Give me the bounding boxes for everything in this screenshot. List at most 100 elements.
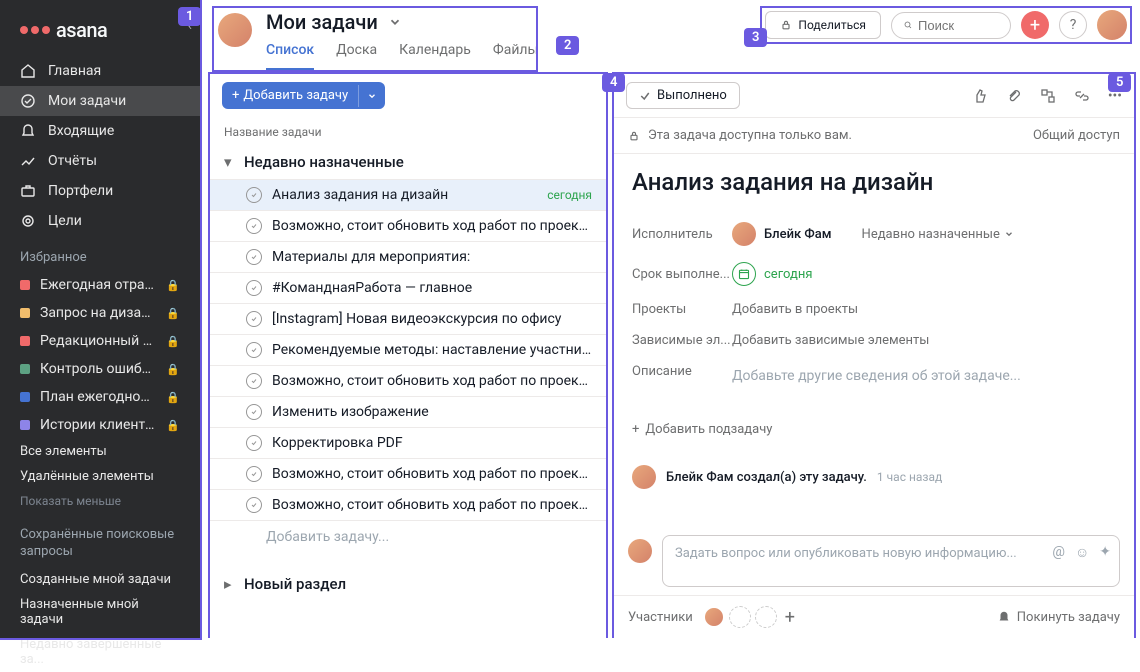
nav-my-tasks[interactable]: Мои задачи	[0, 86, 200, 116]
favorite-item[interactable]: Ежегодная отрас...🔒	[0, 271, 200, 299]
tab[interactable]: Список	[266, 38, 314, 70]
add-subtask-button[interactable]: +Добавить подзадачу	[632, 422, 1116, 437]
collaborator-placeholder	[755, 606, 777, 628]
link-icon[interactable]	[1074, 88, 1090, 104]
task-row[interactable]: #КоманднаяРабота — главное	[210, 272, 606, 303]
global-add-button[interactable]: +	[1021, 11, 1049, 39]
task-checkbox[interactable]	[246, 435, 262, 451]
task-row[interactable]: [Instagram] Новая видеоэкскурсия по офис…	[210, 303, 606, 334]
favorite-label: План ежегодной ...	[40, 389, 156, 405]
description-field[interactable]: Добавьте другие сведения об этой задаче.…	[732, 364, 1021, 388]
check-circle-icon	[20, 93, 36, 109]
favorite-item[interactable]: Контроль ошибок 🔒	[0, 355, 200, 383]
comment-box[interactable]: Задать вопрос или опубликовать новую инф…	[662, 535, 1120, 587]
project-color-dot	[20, 420, 30, 430]
section-header[interactable]: ▸ Новый раздел	[210, 567, 606, 601]
task-checkbox[interactable]	[246, 373, 262, 389]
user-menu-avatar[interactable]	[1097, 10, 1127, 40]
task-title[interactable]: Анализ задания на дизайн	[632, 168, 1116, 214]
chart-icon	[20, 153, 36, 169]
task-checkbox[interactable]	[246, 187, 262, 203]
favorite-item[interactable]: Истории клиенто...🔒	[0, 411, 200, 439]
favorite-item[interactable]: План ежегодной ...🔒	[0, 383, 200, 411]
activity-avatar	[632, 465, 656, 489]
nav-portfolios[interactable]: Портфели	[0, 176, 200, 206]
nav-label: Главная	[48, 63, 101, 79]
task-row[interactable]: Рекомендуемые методы: наставление участн…	[210, 334, 606, 365]
bell-icon	[20, 123, 36, 139]
section-header[interactable]: ▾ Недавно назначенные	[210, 145, 606, 179]
mention-icon[interactable]: @	[1052, 544, 1065, 561]
collaborator-avatar[interactable]	[703, 606, 725, 628]
favorite-item[interactable]: Редакционный ка...🔒	[0, 327, 200, 355]
add-task-dropdown[interactable]	[358, 85, 385, 107]
task-row[interactable]: Материалы для мероприятия:	[210, 241, 606, 272]
task-row[interactable]: Возможно, стоит обновить ход работ по пр…	[210, 458, 606, 489]
sidebar-deleted-items[interactable]: Удалённые элементы	[0, 464, 200, 489]
add-to-projects[interactable]: Добавить в проекты	[732, 302, 858, 317]
emoji-icon[interactable]: ☺	[1075, 544, 1089, 561]
saved-query-item[interactable]: Назначенные мной задачи	[0, 592, 200, 632]
calendar-icon	[732, 262, 756, 286]
search-input[interactable]	[891, 12, 1011, 39]
assignee-value[interactable]: Блейк Фам	[732, 222, 832, 246]
add-task-button[interactable]: +Добавить задачу	[222, 82, 385, 109]
leave-task-button[interactable]: Покинуть задачу	[997, 610, 1120, 625]
task-row[interactable]: Анализ задания на дизайнсегодня	[210, 179, 606, 210]
chevron-down-icon[interactable]: ▾	[224, 153, 236, 171]
nav-reports[interactable]: Отчёты	[0, 146, 200, 176]
favorites-heading: Избранное	[0, 236, 200, 271]
tab[interactable]: Доска	[336, 38, 377, 70]
saved-query-item[interactable]: Созданные мной задачи	[0, 567, 200, 592]
mark-complete-button[interactable]: Выполнено	[626, 82, 740, 109]
share-button[interactable]: Поделиться	[765, 11, 881, 39]
comment-avatar	[628, 539, 652, 563]
logo: asana	[0, 10, 200, 56]
task-checkbox[interactable]	[246, 404, 262, 420]
chevron-down-icon	[367, 91, 377, 101]
favorite-label: Контроль ошибок	[40, 361, 156, 377]
nav-goals[interactable]: Цели	[0, 206, 200, 236]
nav-home[interactable]: Главная	[0, 56, 200, 86]
favorite-label: Запрос на дизайн...	[40, 305, 156, 321]
like-icon[interactable]	[972, 88, 988, 104]
assignee-section-dropdown[interactable]: Недавно назначенные	[862, 227, 1014, 242]
nav-inbox[interactable]: Входящие	[0, 116, 200, 146]
project-color-dot	[20, 364, 30, 374]
add-task-inline[interactable]: Добавить задачу...	[210, 520, 606, 553]
task-row[interactable]: Возможно, стоит обновить ход работ по пр…	[210, 210, 606, 241]
task-row[interactable]: Возможно, стоит обновить ход работ по пр…	[210, 489, 606, 520]
sidebar-all-items[interactable]: Все элементы	[0, 439, 200, 464]
task-row-title: Анализ задания на дизайн	[272, 187, 537, 203]
task-checkbox[interactable]	[246, 466, 262, 482]
task-checkbox[interactable]	[246, 311, 262, 327]
task-checkbox[interactable]	[246, 249, 262, 265]
task-row[interactable]: Корректировка PDF	[210, 427, 606, 458]
add-dependencies[interactable]: Добавить зависимые элементы	[732, 333, 929, 348]
due-date-value[interactable]: сегодня	[732, 262, 812, 286]
favorite-item[interactable]: Запрос на дизайн...🔒	[0, 299, 200, 327]
chevron-right-icon[interactable]: ▸	[224, 575, 236, 593]
task-checkbox[interactable]	[246, 497, 262, 513]
star-icon[interactable]: ✦	[1099, 544, 1111, 561]
nav-label: Портфели	[48, 183, 113, 199]
search-field[interactable]	[918, 18, 998, 33]
task-row[interactable]: Изменить изображение	[210, 396, 606, 427]
tab[interactable]: Файлы	[493, 38, 538, 70]
task-checkbox[interactable]	[246, 280, 262, 296]
sidebar-show-less[interactable]: Показать меньше	[0, 489, 200, 513]
page-title[interactable]: Мои задачи	[266, 10, 538, 36]
task-row[interactable]: Возможно, стоит обновить ход работ по пр…	[210, 365, 606, 396]
task-checkbox[interactable]	[246, 218, 262, 234]
task-checkbox[interactable]	[246, 342, 262, 358]
make-public-link[interactable]: Общий доступ	[1033, 128, 1120, 143]
lock-icon	[628, 130, 640, 142]
add-collaborator-button[interactable]: +	[785, 607, 795, 628]
privacy-text: Эта задача доступна только вам.	[648, 128, 852, 143]
attachment-icon[interactable]	[1006, 88, 1022, 104]
subtask-icon[interactable]	[1040, 88, 1056, 104]
tab[interactable]: Календарь	[399, 38, 471, 70]
column-header: Название задачи	[210, 117, 606, 145]
help-button[interactable]: ?	[1059, 11, 1087, 39]
lock-icon: 🔒	[166, 363, 180, 376]
